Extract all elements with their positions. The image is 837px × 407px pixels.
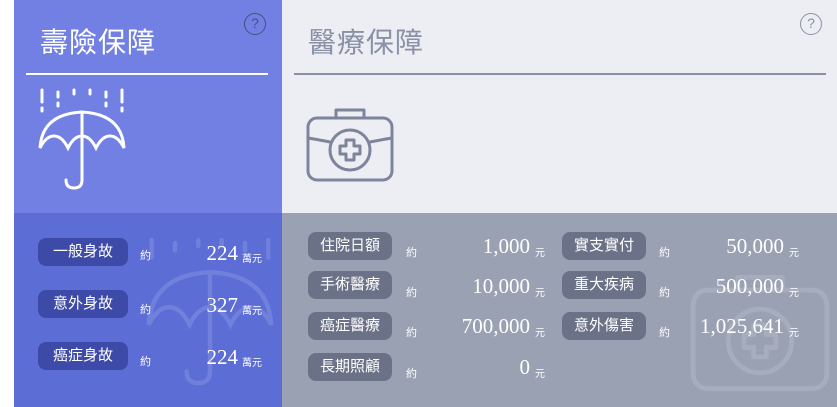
- amount-actual-expense: 50,000: [726, 234, 784, 258]
- life-insurance-title: 壽險保障: [40, 27, 157, 58]
- tag-general-death: 一般身故: [38, 238, 128, 266]
- unit-label: 萬元: [242, 254, 262, 265]
- amount-general-death: 224: [206, 241, 239, 265]
- tag-surgery: 手術醫療: [308, 271, 392, 299]
- approx-label: 約: [140, 304, 151, 316]
- approx-label: 約: [659, 287, 670, 299]
- tag-cancer-medical: 癌症醫療: [308, 312, 392, 340]
- amount-accidental-injury: 1,025,641: [700, 314, 784, 338]
- approx-label: 約: [659, 247, 670, 259]
- amount-cancer-death: 224: [206, 345, 239, 369]
- approx-label: 約: [140, 250, 151, 262]
- life-benefits-section: 一般身故 約 224 萬元 意外身故 約 327 萬元 癌症身故 約 224 萬…: [14, 213, 282, 407]
- approx-label: 約: [406, 327, 417, 339]
- life-title-divider: [26, 73, 268, 75]
- tag-accidental-death: 意外身故: [38, 290, 128, 318]
- medical-insurance-panel: 醫療保障 ? 住院日額 約 1,000 元 手術醫療 約 10,000 元 癌症…: [282, 0, 837, 407]
- tag-daily-hospital: 住院日額: [308, 232, 392, 260]
- life-help-icon[interactable]: ?: [244, 13, 266, 35]
- medical-insurance-title: 醫療保障: [308, 27, 425, 58]
- tag-accidental-injury: 意外傷害: [562, 312, 646, 340]
- approx-label: 約: [659, 327, 670, 339]
- unit-label: 萬元: [242, 358, 262, 369]
- unit-label: 元: [535, 288, 545, 299]
- amount-surgery: 10,000: [472, 274, 530, 298]
- tag-critical-illness: 重大疾病: [562, 271, 646, 299]
- unit-label: 元: [789, 328, 799, 339]
- tag-actual-expense: 實支實付: [562, 232, 646, 260]
- unit-label: 元: [789, 248, 799, 259]
- medical-help-icon[interactable]: ?: [800, 13, 822, 35]
- amount-accidental-death: 327: [206, 293, 239, 317]
- medical-kit-icon: [306, 108, 394, 182]
- unit-label: 元: [535, 248, 545, 259]
- unit-label: 元: [789, 288, 799, 299]
- approx-label: 約: [406, 247, 417, 259]
- approx-label: 約: [140, 356, 151, 368]
- life-insurance-panel: 壽險保障 ? 一般身故 約 224 萬元 意外身故 約 327 萬元 癌症身故 …: [14, 0, 282, 407]
- tag-long-term-care: 長期照顧: [308, 353, 392, 381]
- amount-cancer-medical: 700,000: [461, 314, 530, 338]
- medical-title-divider: [294, 73, 826, 75]
- amount-long-term-care: 0: [519, 355, 531, 379]
- approx-label: 約: [406, 287, 417, 299]
- amount-critical-illness: 500,000: [715, 274, 784, 298]
- unit-label: 元: [535, 328, 545, 339]
- medical-benefits-section: 住院日額 約 1,000 元 手術醫療 約 10,000 元 癌症醫療 約 70…: [282, 213, 837, 407]
- tag-cancer-death: 癌症身故: [38, 342, 128, 370]
- unit-label: 萬元: [242, 306, 262, 317]
- approx-label: 約: [406, 368, 417, 380]
- umbrella-rain-icon: [38, 88, 126, 190]
- amount-daily-hospital: 1,000: [482, 234, 530, 258]
- unit-label: 元: [535, 369, 545, 380]
